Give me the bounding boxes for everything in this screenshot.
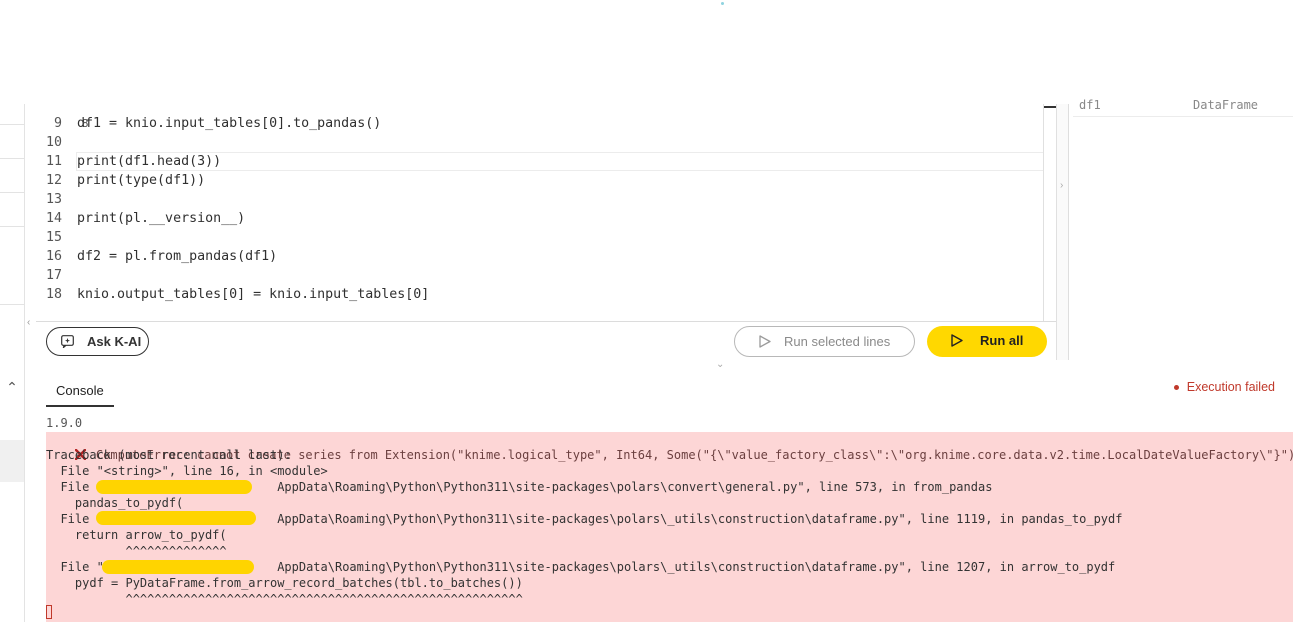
sidebar-divider bbox=[0, 124, 24, 125]
line-number: 17 bbox=[45, 268, 62, 283]
code-text: print(df1.head(3)) bbox=[77, 154, 222, 169]
ask-kai-label: Ask K-AI bbox=[87, 334, 142, 349]
console-header: Console Execution failed bbox=[36, 373, 1293, 408]
tab-console-label: Console bbox=[56, 383, 104, 398]
code-line[interactable]: 18 knio.output_tables[0] = knio.input_tab… bbox=[36, 285, 429, 304]
collapse-left-arrow-icon[interactable]: ‹ bbox=[27, 317, 30, 328]
scrollbar-thumb[interactable] bbox=[1044, 106, 1056, 108]
variable-row: df1 DataFrame bbox=[1073, 98, 1293, 117]
line-number: 14 bbox=[45, 211, 62, 226]
run-selected-lines-button[interactable]: Run selected lines bbox=[734, 326, 915, 357]
line-number-partial: 8 bbox=[81, 117, 89, 130]
redacted-path bbox=[96, 480, 252, 494]
code-line[interactable]: 17 bbox=[36, 266, 62, 285]
loading-indicator-dot bbox=[721, 2, 724, 5]
ask-kai-button[interactable]: Ask K-AI bbox=[46, 327, 149, 356]
line-number: 9 bbox=[53, 116, 62, 131]
traceback-line: return arrow_to_pydf( bbox=[46, 528, 227, 542]
traceback-line: pandas_to_pydf( bbox=[46, 496, 184, 510]
status-dot-icon bbox=[1173, 385, 1179, 391]
horizontal-splitter[interactable]: ⌄ bbox=[36, 359, 1293, 373]
run-all-label: Run all bbox=[980, 333, 1024, 348]
traceback-line: Traceback (most recent call last): bbox=[46, 448, 292, 462]
line-number: 13 bbox=[45, 192, 62, 207]
chevron-right-icon[interactable]: › bbox=[1060, 180, 1063, 191]
console-version-line: 1.9.0 bbox=[46, 416, 83, 430]
ai-chat-icon bbox=[61, 335, 74, 348]
code-text: df1 = knio.input_tables[0].to_pandas() bbox=[77, 116, 382, 131]
code-line[interactable]: 15 bbox=[36, 228, 62, 247]
sidebar-divider bbox=[0, 304, 24, 305]
line-number: 16 bbox=[45, 249, 62, 264]
editor-toolbar: Ask K-AI Run selected lines Run all bbox=[36, 321, 1056, 363]
sidebar-item-selected[interactable] bbox=[0, 440, 24, 482]
redacted-path bbox=[96, 511, 256, 525]
traceback-line: File "<string>", line 16, in <module> bbox=[46, 464, 328, 478]
line-number: 11 bbox=[45, 154, 62, 169]
code-text: print(type(df1)) bbox=[77, 173, 206, 188]
redacted-path bbox=[102, 560, 254, 574]
play-icon bbox=[951, 334, 963, 347]
code-line[interactable]: 9 df1 = knio.input_tables[0].to_pandas() bbox=[36, 114, 381, 133]
variables-panel: df1 DataFrame bbox=[1068, 98, 1293, 360]
run-selected-label: Run selected lines bbox=[784, 334, 891, 349]
line-number: 15 bbox=[45, 230, 62, 245]
run-all-button[interactable]: Run all bbox=[927, 326, 1047, 357]
console-cursor bbox=[46, 605, 52, 619]
code-text: knio.output_tables[0] = knio.input_table… bbox=[77, 287, 430, 302]
code-line[interactable]: 12 print(type(df1)) bbox=[36, 171, 205, 190]
code-line[interactable]: 16 df2 = pl.from_pandas(df1) bbox=[36, 247, 277, 266]
sidebar-divider bbox=[0, 192, 24, 193]
chevron-down-icon[interactable]: ⌄ bbox=[716, 359, 724, 370]
code-line[interactable]: 13 bbox=[36, 190, 62, 209]
error-message-line: ComputeError: cannot create series from … bbox=[46, 431, 1293, 462]
code-line[interactable]: 10 bbox=[36, 133, 62, 152]
play-icon bbox=[759, 335, 771, 348]
status-text: Execution failed bbox=[1186, 380, 1275, 394]
sidebar-divider bbox=[0, 158, 24, 159]
current-line-highlight bbox=[76, 152, 1054, 171]
chevron-up-icon[interactable]: ⌃ bbox=[0, 374, 24, 400]
sidebar-divider bbox=[0, 226, 24, 227]
traceback-line: pydf = PyDataFrame.from_arrow_record_bat… bbox=[46, 576, 523, 590]
tab-console[interactable]: Console bbox=[46, 373, 114, 407]
traceback-line: ^^^^^^^^^^^^^^ bbox=[46, 544, 227, 558]
editor-scrollbar[interactable] bbox=[1043, 104, 1057, 321]
code-text: print(pl.__version__) bbox=[77, 211, 246, 226]
code-line[interactable]: 14 print(pl.__version__) bbox=[36, 209, 245, 228]
code-editor[interactable]: 8 9 df1 = knio.input_tables[0].to_pandas(… bbox=[36, 104, 1056, 321]
variable-name: df1 bbox=[1079, 98, 1101, 112]
console-output[interactable]: 1.9.0 ComputeError: cannot create series… bbox=[36, 407, 1293, 622]
left-sidebar: ⌃ bbox=[0, 104, 25, 622]
traceback-line: ^^^^^^^^^^^^^^^^^^^^^^^^^^^^^^^^^^^^^^^^… bbox=[46, 592, 523, 606]
line-number: 10 bbox=[45, 135, 62, 150]
line-number: 12 bbox=[45, 173, 62, 188]
code-line[interactable]: 11 print(df1.head(3)) bbox=[36, 152, 221, 171]
line-number: 18 bbox=[45, 287, 62, 302]
variable-type: DataFrame bbox=[1193, 98, 1259, 112]
execution-status: Execution failed bbox=[1173, 380, 1275, 394]
code-text: df2 = pl.from_pandas(df1) bbox=[77, 249, 278, 264]
